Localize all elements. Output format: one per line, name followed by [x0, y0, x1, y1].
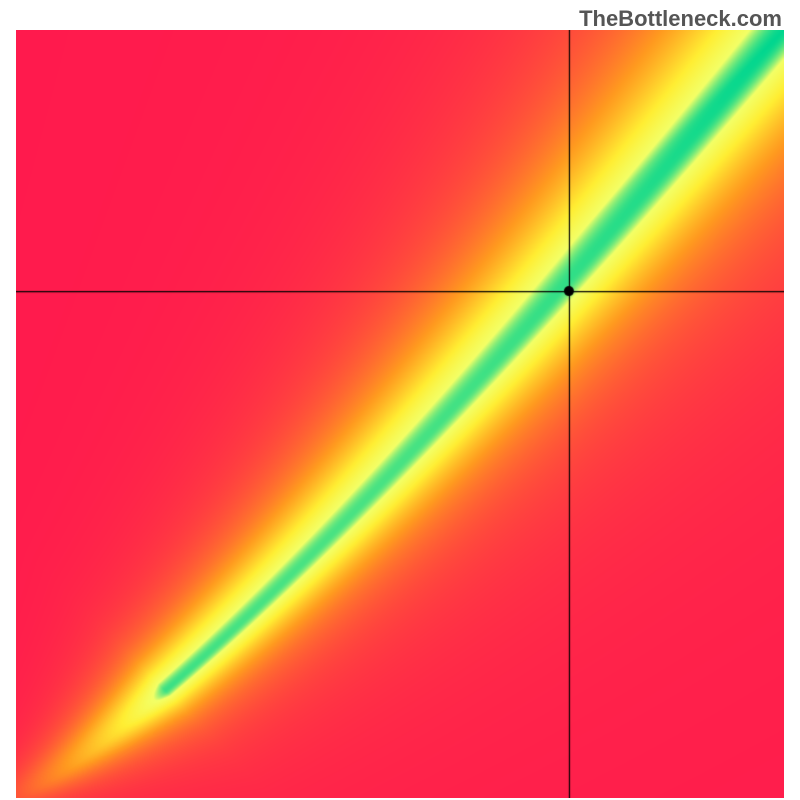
watermark-text: TheBottleneck.com — [579, 6, 782, 32]
heatmap-canvas — [16, 30, 784, 798]
bottleneck-heatmap: TheBottleneck.com — [0, 0, 800, 800]
